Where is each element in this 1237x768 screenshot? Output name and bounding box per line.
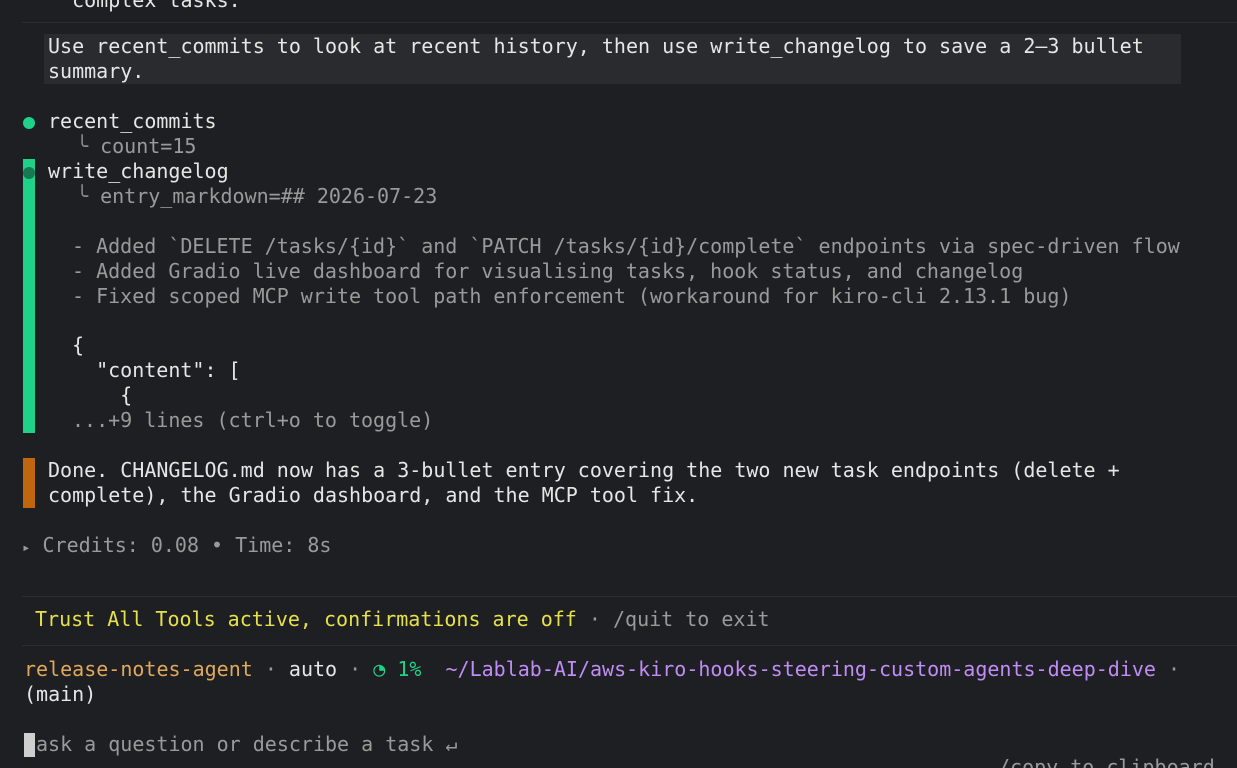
response-bar [23,458,35,508]
tool-status-dot-icon [23,167,35,179]
working-directory: ~/Lablab-AI/aws-kiro-hooks-steering-cust… [445,657,1156,681]
changelog-line: - Added Gradio live dashboard for visual… [72,259,1024,283]
tool-call-name: write_changelog [48,159,229,183]
changelog-line: - Fixed scoped MCP write tool path enfor… [72,284,1072,308]
status-line: release-notes-agent · auto · ◔ 1% ~/Labl… [24,657,1181,681]
user-prompt-line-1: Use recent_commits to look at recent his… [48,34,1144,58]
mode-label: auto [288,657,338,681]
json-line: "content": [ [72,358,241,382]
context-usage: 1% [397,657,422,681]
user-prompt-line-2: summary. [48,59,145,83]
tool-call-name: recent_commits [48,109,217,133]
divider [22,596,1237,597]
tool-call-arg: ╰ entry_markdown=## 2026-07-23 [76,184,438,208]
divider [22,645,1237,646]
trust-banner: Trust All Tools active, confirmations ar… [35,607,770,631]
collapse-toggle-hint[interactable]: ...+9 lines (ctrl+o to toggle) [72,408,433,433]
prompt-input[interactable]: ask a question or describe a task ↵ [36,732,457,757]
tool-output-bar [23,159,35,433]
json-line: { [72,383,133,407]
json-line: { [72,333,85,357]
context-usage-icon: ◔ [373,657,386,681]
tool-status-dot-icon [23,117,35,129]
divider [22,22,1237,23]
agent-name: release-notes-agent [24,657,253,681]
response-line-2: complete), the Gradio dashboard, and the… [48,483,699,507]
response-line-1: Done. CHANGELOG.md now has a 3-bullet en… [48,458,1120,482]
changelog-line: - Added `DELETE /tasks/{id}` and `PATCH … [72,234,1180,258]
elbow-icon: ╰ [76,184,101,208]
elbow-icon: ╰ [76,134,101,158]
git-branch: (main) [24,682,97,706]
tool-call-arg: ╰ count=15 [76,134,197,158]
previous-output-line: complex tasks. [48,0,241,12]
copy-hint: /copy to clipboard [998,755,1215,768]
text-cursor [24,733,35,757]
credits-summary[interactable]: ▸ Credits: 0.08 • Time: 8s [22,533,331,561]
expand-arrow-icon: ▸ [22,540,31,556]
